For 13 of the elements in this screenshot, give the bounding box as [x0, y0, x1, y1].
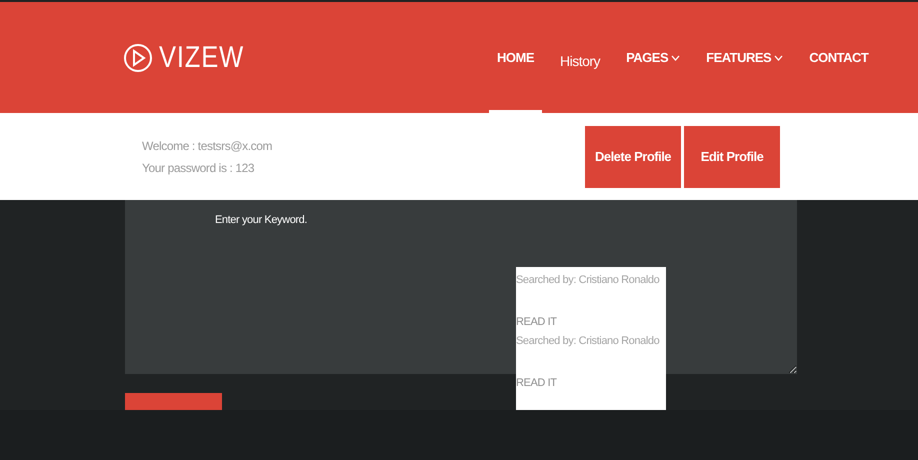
profile-button[interactable]: Delete Profile [585, 126, 681, 188]
nav-link[interactable]: FEATURES [698, 5, 792, 113]
nav-link[interactable]: History [552, 12, 608, 113]
result-text: Searched by: Cristiano Ronaldo [516, 274, 660, 286]
nav-link[interactable]: PAGES [618, 5, 688, 113]
result-text: Searched by: Cristiano Ronaldo [516, 335, 660, 347]
profile-info-text: Welcome : testsrs@x.com [142, 138, 274, 152]
logo-text: VIZEW [159, 40, 244, 74]
read-it-link[interactable]: READ IT [516, 316, 557, 328]
read-it-link[interactable]: READ IT [516, 377, 557, 389]
nav-link[interactable]: CONTACT [801, 5, 876, 113]
profile-button[interactable]: Edit Profile [684, 126, 780, 188]
profile-info-text: Your password is : 123 [142, 160, 256, 174]
